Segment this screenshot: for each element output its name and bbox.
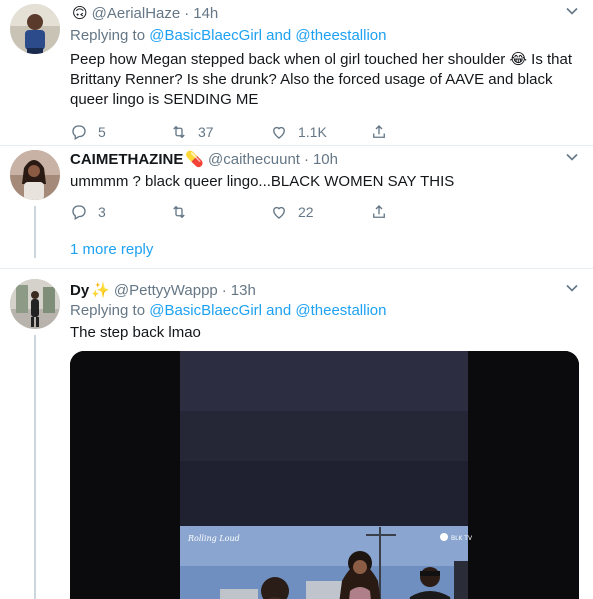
reply-count: 3: [98, 204, 106, 220]
user-handle[interactable]: @caithecuunt: [208, 151, 300, 168]
tweet-text-line: queer lingo is SENDING ME: [70, 91, 259, 108]
mention-link[interactable]: @theestallion: [295, 27, 386, 44]
reply-button[interactable]: 5: [70, 123, 170, 141]
tweet-text-line: ummmm ? black queer lingo...BLACK WOMEN …: [70, 173, 455, 190]
tweet-actions: 5 37 1.1K: [70, 122, 579, 142]
tweet-text: ummmm ? black queer lingo...BLACK WOMEN …: [70, 172, 579, 192]
share-icon: [373, 125, 385, 138]
share-icon: [373, 205, 385, 218]
avatar[interactable]: [10, 279, 60, 329]
tweet-caithecuunt[interactable]: CAIMETHAZINE 💊 @caithecuunt · 10h ummmm …: [0, 146, 593, 268]
retweet-icon: [173, 125, 185, 139]
video-watermark-right: BLK TV: [451, 535, 473, 542]
video-watermark-left: Rolling Loud: [187, 534, 240, 543]
reply-icon: [72, 205, 86, 220]
retweet-button[interactable]: [170, 203, 270, 221]
mention-and: and: [266, 27, 292, 44]
replying-to: Replying to @BasicBlaecGirl and @theesta…: [70, 301, 579, 321]
display-name[interactable]: Dy: [70, 282, 89, 299]
show-more-replies-link[interactable]: 1 more reply: [70, 241, 153, 258]
tweet-text-line: Brittany Renner? Is she drunk? Also the …: [70, 71, 553, 88]
replying-to-label: Replying to: [70, 27, 146, 44]
mention-link[interactable]: @BasicBlaecGirl: [149, 27, 262, 44]
retweet-icon: [173, 205, 185, 219]
separator-dot: ·: [221, 281, 227, 299]
avatar[interactable]: [10, 150, 60, 200]
separator-dot: ·: [303, 150, 309, 168]
tweet-text-line: Peep how Megan stepped back when ol girl…: [70, 51, 573, 68]
like-count: 22: [298, 204, 314, 220]
display-name-emoji: 💊: [185, 151, 205, 168]
like-button[interactable]: 1.1K: [270, 123, 370, 141]
retweet-button[interactable]: 37: [170, 123, 270, 141]
reply-icon: [72, 125, 86, 140]
timestamp[interactable]: 13h: [231, 282, 256, 299]
like-icon: [273, 126, 285, 139]
like-count: 1.1K: [298, 124, 327, 140]
tweet-text-line: The step back lmao: [70, 324, 201, 341]
share-button[interactable]: [370, 203, 470, 221]
mention-and: and: [266, 302, 292, 319]
tweet-aerialhaze[interactable]: 🙃 @AerialHaze · 14h Replying to @BasicBl…: [0, 0, 593, 145]
thread-dots: [34, 238, 36, 262]
replying-to: Replying to @BasicBlaecGirl and @theesta…: [70, 26, 579, 46]
user-handle[interactable]: @AerialHaze: [92, 5, 181, 22]
tweet-text: The step back lmao: [70, 323, 579, 343]
separator-dot: ·: [184, 4, 190, 22]
mention-link[interactable]: @BasicBlaecGirl: [149, 302, 262, 319]
chevron-down-icon[interactable]: [565, 150, 579, 164]
like-icon: [273, 206, 285, 219]
display-name-emoji: ✨: [91, 282, 110, 299]
tweet-actions: 3 22: [70, 202, 579, 222]
timestamp[interactable]: 14h: [193, 5, 218, 22]
video-logo-icon: [440, 533, 448, 541]
timestamp[interactable]: 10h: [313, 151, 338, 168]
reply-count: 5: [98, 124, 106, 140]
like-button[interactable]: 22: [270, 203, 370, 221]
share-button[interactable]: [370, 123, 470, 141]
avatar[interactable]: [10, 4, 60, 54]
display-name[interactable]: CAIMETHAZINE: [70, 151, 183, 168]
replying-to-label: Replying to: [70, 302, 146, 319]
retweet-count: 37: [198, 124, 214, 140]
thread-line: [34, 335, 36, 599]
tweet-pettyywappp[interactable]: Dy ✨ @PettyyWappp · 13h Replying to @Bas…: [0, 269, 593, 599]
reply-button[interactable]: 3: [70, 203, 170, 221]
user-handle[interactable]: @PettyyWappp: [114, 282, 218, 299]
chevron-down-icon[interactable]: [565, 4, 579, 18]
chevron-down-icon[interactable]: [565, 281, 579, 295]
tweet-text: Peep how Megan stepped back when ol girl…: [70, 50, 579, 110]
mention-link[interactable]: @theestallion: [295, 302, 386, 319]
video-player[interactable]: Rolling Loud BLK TV: [70, 351, 579, 599]
display-name-emoji: 🙃: [72, 5, 88, 22]
